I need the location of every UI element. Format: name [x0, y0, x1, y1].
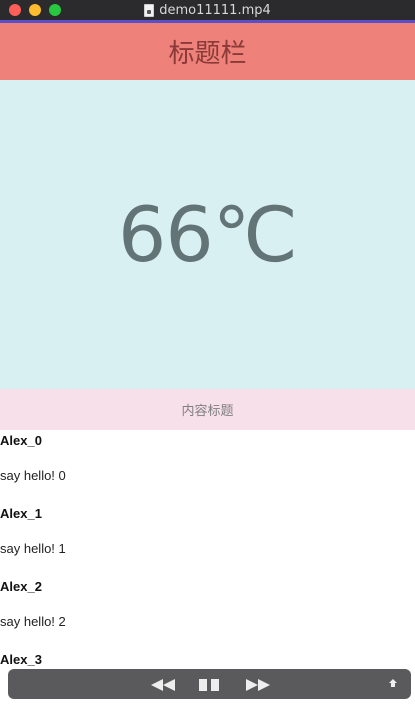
list-item-message: say hello! 0	[0, 468, 66, 483]
list-item-name: Alex_0	[0, 433, 42, 448]
list-item[interactable]: Alex_0 say hello! 0	[0, 430, 415, 503]
fast-forward-icon[interactable]	[246, 679, 270, 691]
window-titlebar: demo11111.mp4	[0, 0, 415, 20]
header-title: 标题栏	[168, 39, 247, 69]
minimize-window-button[interactable]	[29, 4, 41, 16]
share-icon[interactable]	[387, 679, 399, 691]
app-header: 标题栏	[0, 23, 415, 80]
zoom-window-button[interactable]	[49, 4, 61, 16]
content-title-bar: 内容标题	[0, 389, 415, 430]
pause-icon[interactable]	[199, 679, 221, 691]
list-item-name: Alex_3	[0, 652, 42, 667]
rewind-icon[interactable]	[151, 679, 175, 691]
list-item-message: say hello! 2	[0, 614, 66, 629]
video-player-controls[interactable]	[8, 669, 411, 699]
close-window-button[interactable]	[9, 4, 21, 16]
video-file-icon	[144, 3, 155, 17]
list-item[interactable]: Alex_1 say hello! 1	[0, 503, 415, 576]
temperature-value: 66℃	[117, 190, 298, 279]
list-item-name: Alex_2	[0, 579, 42, 594]
content-title: 内容标题	[181, 404, 234, 419]
window-title-group: demo11111.mp4	[144, 3, 271, 18]
list-item-name: Alex_1	[0, 506, 42, 521]
list-item[interactable]: Alex_2 say hello! 2	[0, 576, 415, 649]
window-title: demo11111.mp4	[159, 2, 271, 18]
list-item-message: say hello! 1	[0, 541, 66, 556]
temperature-panel: 66℃	[0, 80, 415, 389]
